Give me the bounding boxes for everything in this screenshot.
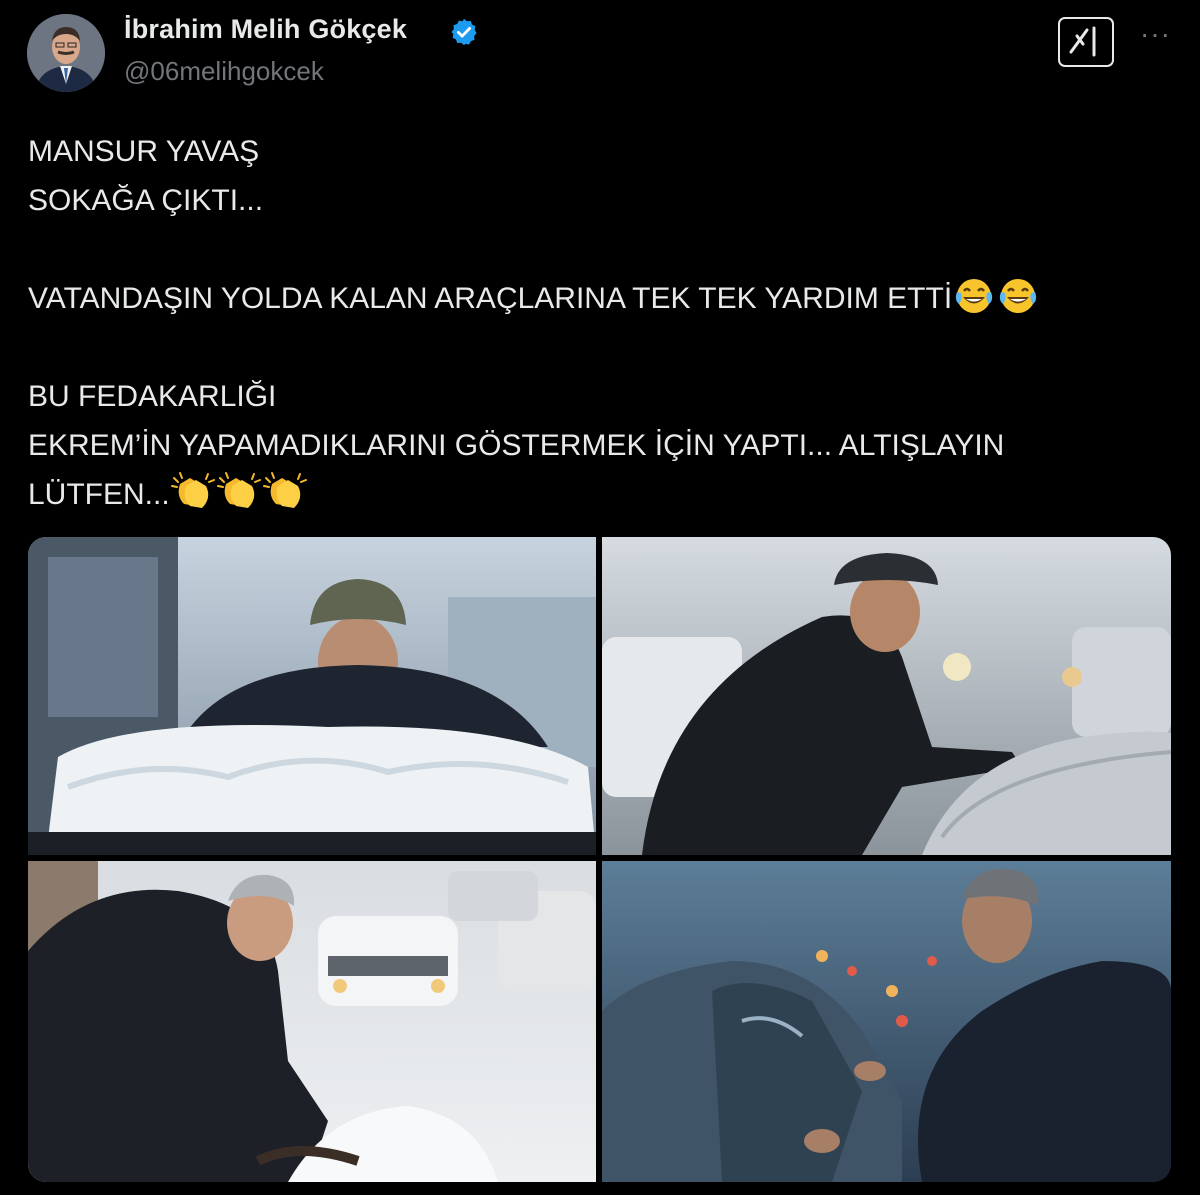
verified-badge-icon: [449, 17, 479, 47]
clapping-hands-emoji: [262, 470, 308, 525]
face-with-tears-of-joy-emoji: [952, 274, 996, 329]
tweet-text: MANSUR YAVAŞ SOKAĞA ÇIKTI... VATANDAŞIN …: [28, 127, 1178, 519]
tweet-line-with-emoji: LÜTFEN...: [28, 470, 1178, 519]
tweet-line: MANSUR YAVAŞ: [28, 135, 260, 168]
more-options-icon[interactable]: ···: [1140, 20, 1171, 48]
author-display-name[interactable]: İbrahim Melih Gökçek: [124, 14, 407, 45]
photo-man-leaning-on-car[interactable]: [602, 537, 1171, 855]
grok-icon[interactable]: [1058, 17, 1114, 67]
clapping-hands-emoji: [216, 470, 262, 525]
tweet-line: LÜTFEN...: [28, 478, 170, 511]
media-grid: [28, 537, 1171, 1182]
photo-man-shoveling-snow[interactable]: [28, 861, 596, 1182]
tweet-line-with-emoji: VATANDAŞIN YOLDA KALAN ARAÇLARINA TEK TE…: [28, 274, 1178, 323]
tweet-line: EKREM’İN YAPAMADIKLARINI GÖSTERMEK İÇİN …: [28, 429, 1005, 462]
author-handle[interactable]: @06melihgokcek: [124, 56, 324, 87]
face-with-tears-of-joy-emoji: [996, 274, 1040, 329]
tweet-line: VATANDAŞIN YOLDA KALAN ARAÇLARINA TEK TE…: [28, 282, 953, 315]
tweet-line: SOKAĞA ÇIKTI...: [28, 184, 264, 217]
clapping-hands-emoji: [170, 470, 216, 525]
photo-man-clearing-snow-from-hood[interactable]: [28, 537, 596, 855]
tweet-line: BU FEDAKARLIĞI: [28, 380, 277, 413]
avatar[interactable]: [27, 14, 105, 92]
photo-man-at-frosted-car-door[interactable]: [602, 861, 1171, 1182]
